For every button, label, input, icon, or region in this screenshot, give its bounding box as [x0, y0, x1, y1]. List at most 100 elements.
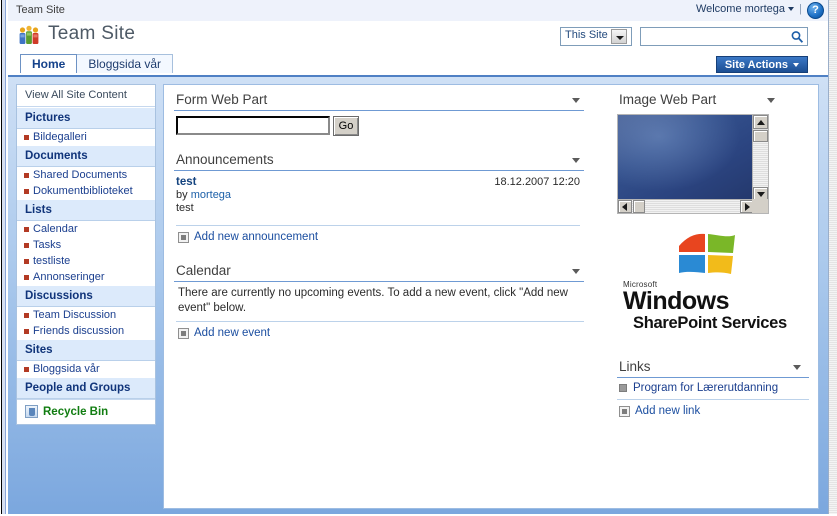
site-breadcrumb-label: Team Site	[16, 4, 65, 16]
announcements-web-part: Announcements test 18.12.2007 12:20 by m…	[174, 150, 584, 243]
site-actions-label: Site Actions	[724, 59, 788, 71]
site-actions-button[interactable]: Site Actions	[715, 56, 808, 73]
web-part-title-label: Announcements	[176, 152, 274, 167]
windows-flag-icon	[675, 232, 799, 279]
sidebar-item-label[interactable]: Tasks	[33, 239, 61, 251]
add-new-link-link[interactable]: Add new link	[617, 400, 809, 417]
form-web-part-title: Form Web Part	[174, 90, 584, 111]
announcement-body-text: test	[176, 202, 194, 214]
windows-sharepoint-services-logo: Microsoft Windows SharePoint Services	[623, 232, 799, 333]
sidebar-item-bloggsida-var[interactable]: Bloggsida vår	[17, 361, 155, 377]
bullet-icon	[24, 243, 29, 248]
chevron-down-icon[interactable]	[572, 158, 580, 163]
announcement-by-prefix: by	[176, 189, 188, 201]
announcement-author-row: by mortega	[176, 188, 584, 201]
image-web-part-title: Image Web Part	[617, 90, 809, 110]
form-web-part-body: Go	[174, 111, 584, 136]
chevron-down-icon[interactable]	[793, 365, 801, 370]
sidebar-item-label[interactable]: Team Discussion	[33, 309, 116, 321]
recycle-bin-icon	[25, 405, 38, 418]
sidebar-item-label[interactable]: testliste	[33, 255, 70, 267]
page-content: Team Site Welcome mortega | ? Team Site …	[8, 0, 828, 514]
add-new-event-link[interactable]: Add new event	[176, 322, 584, 339]
chevron-down-icon[interactable]	[572, 269, 580, 274]
sidebar-item-label[interactable]: Shared Documents	[33, 169, 127, 181]
vertical-scrollbar-thumb[interactable]	[753, 130, 768, 142]
scroll-arrow-up-icon[interactable]	[753, 115, 768, 129]
sidebar-item-tasks[interactable]: Tasks	[17, 237, 155, 253]
bullet-icon	[24, 275, 29, 280]
sidebar-item-label[interactable]: Dokumentbiblioteket	[33, 185, 133, 197]
logo-windows-label: Windows	[623, 287, 730, 315]
sidebar-heading-pictures[interactable]: Pictures	[17, 107, 155, 129]
scrollbar-track[interactable]	[829, 0, 837, 516]
web-part-title-label: Calendar	[176, 263, 231, 278]
sidebar-item-testliste[interactable]: testliste	[17, 253, 155, 269]
bullet-icon	[24, 173, 29, 178]
tab-bloggsida-var[interactable]: Bloggsida vår	[77, 54, 174, 73]
add-new-announcement-label[interactable]: Add new announcement	[194, 231, 318, 243]
sidebar-item-label[interactable]: Bloggsida vår	[33, 363, 100, 375]
page-body: View All Site Content Pictures Bildegall…	[8, 75, 828, 514]
sharepoint-people-icon	[17, 25, 41, 47]
chevron-down-icon	[788, 7, 794, 12]
sidebar-item-bildegalleri[interactable]: Bildegalleri	[17, 129, 155, 145]
sidebar-heading-people-and-groups[interactable]: People and Groups	[17, 377, 155, 399]
announcement-author-link[interactable]: mortega	[191, 189, 231, 201]
add-new-announcement-link[interactable]: Add new announcement	[176, 226, 584, 243]
sidebar-item-friends-discussion[interactable]: Friends discussion	[17, 323, 155, 339]
sidebar-item-label[interactable]: Bildegalleri	[33, 131, 87, 143]
search-input[interactable]	[643, 29, 787, 44]
welcome-menu[interactable]: Welcome mortega	[696, 3, 794, 15]
sidebar-heading-lists[interactable]: Lists	[17, 199, 155, 221]
sidebar-item-view-all-site-content[interactable]: View All Site Content	[17, 85, 155, 107]
sidebar-item-dokumentbiblioteket[interactable]: Dokumentbiblioteket	[17, 183, 155, 199]
welcome-user-label: Welcome mortega	[695, 3, 785, 15]
form-web-part: Form Web Part Go	[174, 90, 584, 136]
web-part-zone-left: Form Web Part Go Announcements test 18.1…	[174, 90, 584, 345]
image-content	[618, 115, 754, 201]
link-item-label[interactable]: Program for Lærerutdanning	[633, 382, 778, 394]
image-viewer	[617, 114, 769, 214]
sidebar-item-label[interactable]: Friends discussion	[33, 325, 124, 337]
window-scrollbar-right[interactable]	[828, 0, 837, 516]
add-new-event-label[interactable]: Add new event	[194, 327, 270, 339]
sidebar-item-recycle-bin[interactable]: Recycle Bin	[17, 399, 155, 424]
chevron-down-icon[interactable]	[572, 98, 580, 103]
bullet-icon	[24, 135, 29, 140]
page-title: Team Site	[48, 23, 136, 44]
sidebar-item-team-discussion[interactable]: Team Discussion	[17, 307, 155, 323]
scroll-arrow-left-icon[interactable]	[618, 200, 632, 213]
web-part-title-label: Form Web Part	[176, 92, 268, 107]
sidebar-item-label[interactable]: Annonseringer	[33, 271, 105, 283]
sidebar-heading-discussions[interactable]: Discussions	[17, 285, 155, 307]
horizontal-scrollbar[interactable]	[618, 199, 754, 213]
tab-home[interactable]: Home	[20, 54, 78, 73]
sidebar-item-shared-documents[interactable]: Shared Documents	[17, 167, 155, 183]
web-part-zone-right: Image Web Part Microsoft Windows SharePo…	[617, 90, 809, 423]
vertical-scrollbar[interactable]	[752, 115, 768, 201]
form-text-field[interactable]	[178, 118, 328, 133]
list-item[interactable]: Program for Lærerutdanning	[617, 378, 809, 400]
search-scope-dropdown-button[interactable]	[611, 29, 627, 44]
site-title-strip: Team Site Welcome mortega | ?	[8, 0, 828, 22]
announcement-date: 18.12.2007 12:20	[494, 176, 580, 188]
sidebar-item-calendar[interactable]: Calendar	[17, 221, 155, 237]
search-magnifier-icon[interactable]	[790, 30, 805, 44]
sidebar-heading-sites[interactable]: Sites	[17, 339, 155, 361]
sidebar-item-label[interactable]: Calendar	[33, 223, 78, 235]
logo-sharepoint-services-label: SharePoint Services	[633, 314, 787, 332]
go-button[interactable]: Go	[333, 116, 359, 136]
chevron-down-icon[interactable]	[767, 98, 775, 103]
horizontal-scrollbar-thumb[interactable]	[633, 200, 645, 213]
announcements-title: Announcements	[174, 150, 584, 171]
sidebar-heading-documents[interactable]: Documents	[17, 145, 155, 167]
tab-list: Home Bloggsida vår	[20, 54, 174, 73]
help-question-icon[interactable]: ?	[807, 2, 824, 19]
calendar-empty-message: There are currently no upcoming events. …	[176, 282, 584, 322]
sidebar-item-annonseringer[interactable]: Annonseringer	[17, 269, 155, 285]
add-new-item-icon	[619, 405, 630, 417]
main-content-panel: Form Web Part Go Announcements test 18.1…	[163, 84, 819, 509]
add-new-link-label[interactable]: Add new link	[635, 405, 700, 417]
announcement-title-link[interactable]: test	[176, 176, 196, 188]
